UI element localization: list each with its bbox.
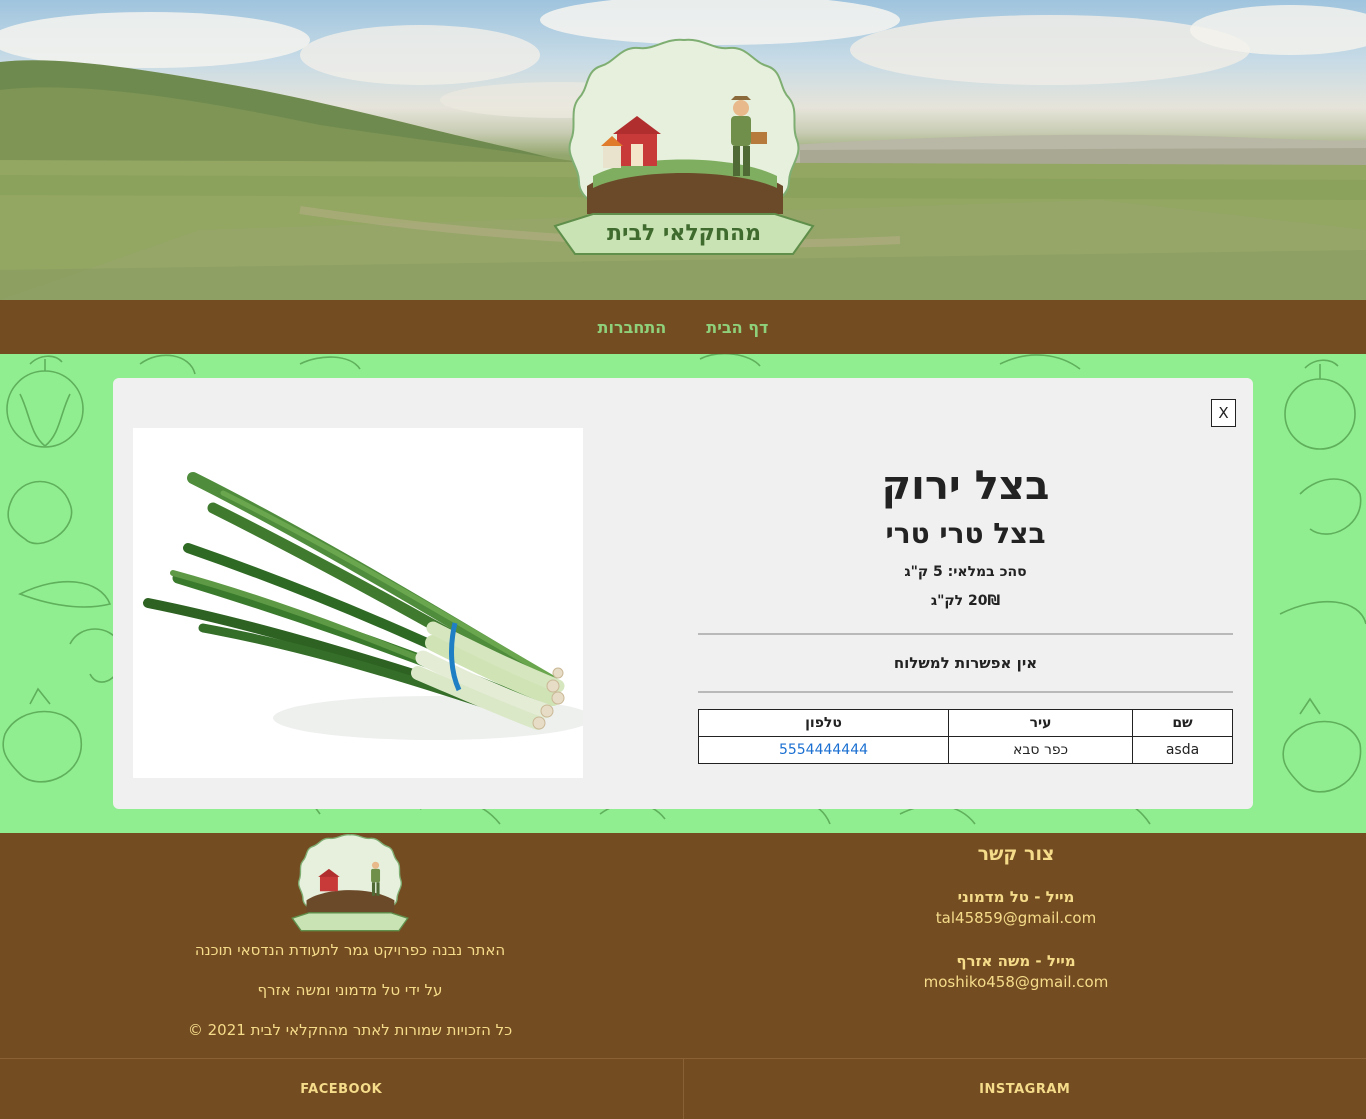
product-stock: סהכ במלאי: 5 ק"ג [904, 564, 1027, 580]
contact1-name: מייל - טל מדמוני [957, 888, 1075, 906]
main-content: X בצל ירוק בצל טרי טרי סהכ במלאי: 5 ק"ג … [0, 354, 1366, 833]
footer: האתר נבנה כפרויקט גמר לתעודת הנדסאי תוכנ… [0, 833, 1366, 1058]
divider [698, 691, 1233, 693]
footer-logo [291, 834, 409, 932]
sellers-table: שם עיר טלפון asda כפר סבא 5554444444 [698, 709, 1233, 764]
contact1-email[interactable]: tal45859@gmail.com [716, 909, 1316, 927]
footer-about: האתר נבנה כפרויקט גמר לתעודת הנדסאי תוכנ… [0, 941, 700, 1061]
footer-line-authors: על ידי טל מדמוני ומשה אזרף [257, 981, 443, 999]
product-image [133, 428, 583, 778]
product-info: בצל ירוק בצל טרי טרי סהכ במלאי: 5 ק"ג 20… [698, 458, 1233, 609]
instagram-link[interactable]: INSTAGRAM [682, 1059, 1366, 1119]
product-price: 20₪ לק"ג [930, 593, 1001, 609]
contact-section: צור קשר מייל - טל מדמוני tal45859@gmail.… [716, 843, 1316, 1016]
nav-login-link[interactable]: התחברות [598, 318, 667, 337]
product-title: בצל ירוק [881, 463, 1050, 509]
product-modal: X בצל ירוק בצל טרי טרי סהכ במלאי: 5 ק"ג … [113, 378, 1253, 809]
divider [698, 633, 1233, 635]
site-logo: מהחקלאי לבית [553, 38, 815, 255]
header-city: עיר [948, 709, 1133, 737]
social-links: FACEBOOK INSTAGRAM [0, 1058, 1366, 1119]
table-row: asda כפר סבא 5554444444 [698, 736, 1233, 764]
green-onion-illustration [143, 472, 583, 740]
nav-home-link[interactable]: דף הבית [706, 318, 768, 337]
contact-title: צור קשר [977, 843, 1055, 865]
facebook-link[interactable]: FACEBOOK [0, 1059, 683, 1119]
close-button[interactable]: X [1211, 399, 1236, 427]
footer-copyright: כל הזכויות שמורות לאתר מהחקלאי לבית 2021… [187, 1021, 513, 1039]
main-nav: דף הבית התחברות [0, 300, 1366, 354]
contact2-email[interactable]: moshiko458@gmail.com [716, 973, 1316, 991]
footer-line-project: האתר נבנה כפרויקט גמר לתעודת הנדסאי תוכנ… [194, 941, 506, 959]
delivery-status: אין אפשרות למשלוח [893, 654, 1038, 672]
table-header-row: שם עיר טלפון [698, 709, 1233, 737]
product-subtitle: בצל טרי טרי [885, 517, 1046, 550]
contact2-name: מייל - משה אזרף [956, 952, 1076, 970]
header-phone: טלפון [698, 709, 949, 737]
seller-phone-link[interactable]: 5554444444 [779, 742, 868, 758]
seller-name: asda [1132, 736, 1233, 764]
seller-city: כפר סבא [948, 736, 1133, 764]
header-name: שם [1132, 709, 1233, 737]
hero-banner: מהחקלאי לבית [0, 0, 1366, 300]
svg-text:מהחקלאי לבית: מהחקלאי לבית [607, 221, 761, 246]
seller-phone-cell: 5554444444 [698, 736, 949, 764]
